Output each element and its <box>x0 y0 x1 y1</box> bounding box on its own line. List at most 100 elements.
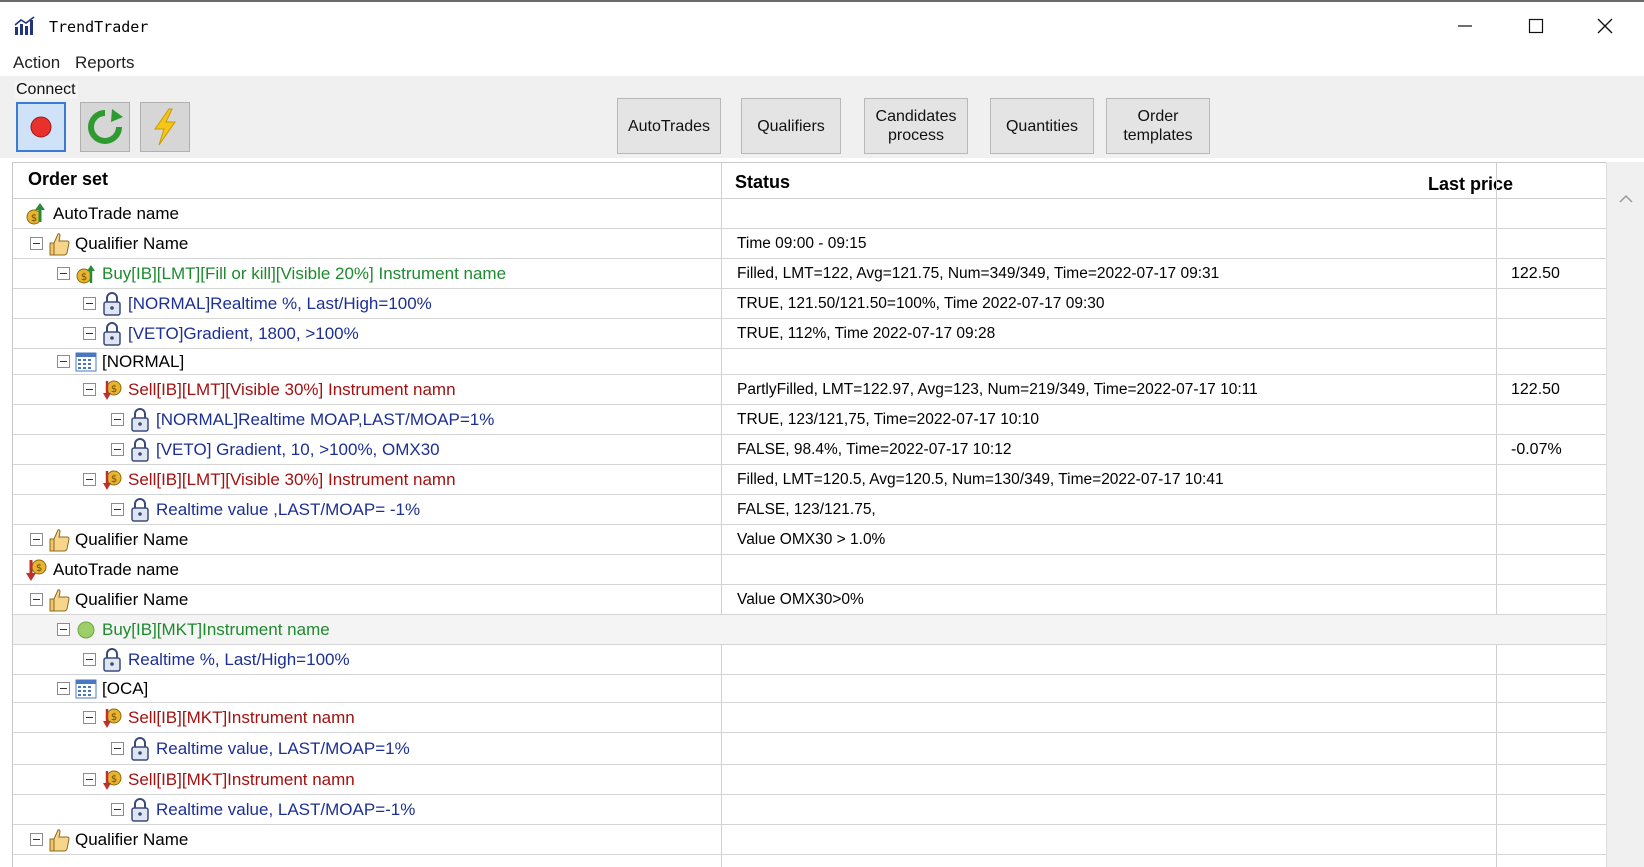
sell-order-icon: $ <box>100 767 124 793</box>
lightning-button[interactable] <box>140 102 190 152</box>
maximize-button[interactable] <box>1503 2 1569 50</box>
column-header-status[interactable]: Status <box>735 172 790 193</box>
status-cell: PartlyFilled, LMT=122.97, Avg=123, Num=2… <box>737 380 1258 398</box>
svg-text:$: $ <box>81 272 87 283</box>
table-row[interactable]: Qualifier Name Value OMX30 > 1.0% <box>13 525 1606 555</box>
collapse-toggle-icon[interactable] <box>30 833 43 846</box>
table-row[interactable]: [NORMAL]Realtime %, Last/High=100% TRUE, … <box>13 289 1606 319</box>
minimize-icon <box>1458 25 1472 27</box>
order-set-cell: $ AutoTrade name <box>13 555 721 584</box>
order-set-cell: Realtime value, LAST/MOAP=-1% <box>13 795 721 824</box>
collapse-toggle-icon[interactable] <box>57 267 70 280</box>
status-cell: TRUE, 121.50/121.50=100%, Time 2022-07-1… <box>737 294 1105 312</box>
calendar-grid-icon <box>74 676 98 702</box>
table-row[interactable]: [VETO] Gradient, 10, >100%, OMX30 FALSE, … <box>13 435 1606 465</box>
title-bar: TrendTrader <box>0 0 1644 48</box>
table-row[interactable]: $ AutoTrade name <box>13 555 1606 585</box>
collapse-toggle-icon[interactable] <box>111 503 124 516</box>
quantities-button[interactable]: Quantities <box>990 98 1094 154</box>
collapse-toggle-icon[interactable] <box>111 803 124 816</box>
table-row[interactable]: $ Buy[IB][LMT][Fill or kill][Visible 20%]… <box>13 259 1606 289</box>
collapse-toggle-icon[interactable] <box>111 742 124 755</box>
column-header-order-set[interactable]: Order set <box>28 169 108 190</box>
vertical-scrollbar[interactable] <box>1606 162 1644 867</box>
order-templates-button[interactable]: Order templates <box>1106 98 1210 154</box>
collapse-toggle-icon[interactable] <box>57 623 70 636</box>
collapse-toggle-icon[interactable] <box>83 653 96 666</box>
collapse-toggle-icon[interactable] <box>83 711 96 724</box>
table-row[interactable]: $ Sell[IB][LMT][Visible 30%] Instrument n… <box>13 465 1606 495</box>
qualifiers-button[interactable]: Qualifiers <box>741 98 841 154</box>
table-row[interactable]: $ Sell[IB][LMT][Visible 30%] Instrument n… <box>13 375 1606 405</box>
table-row[interactable]: Realtime value ,LAST/MOAP= -1% FALSE, 123… <box>13 495 1606 525</box>
close-icon <box>1597 18 1613 34</box>
row-label: [VETO]Gradient, 1800, >100% <box>128 323 359 343</box>
sell-order-icon: $ <box>100 467 124 493</box>
close-button[interactable] <box>1572 2 1638 50</box>
thumbs-up-icon <box>47 527 71 553</box>
connect-record-button[interactable] <box>16 102 66 152</box>
lock-icon <box>100 291 124 317</box>
table-row[interactable]: Realtime %, Last/High=100% <box>13 645 1606 675</box>
table-row[interactable]: [NORMAL]Realtime MOAP,LAST/MOAP=1% TRUE, … <box>13 405 1606 435</box>
order-set-cell: Realtime %, Last/High=100% <box>13 645 721 674</box>
table-row[interactable]: Qualifier Name Time 09:00 - 09:15 <box>13 229 1606 259</box>
table-row[interactable]: $ Sell[IB][MKT]Instrument namn <box>13 765 1606 795</box>
calendar-grid-icon <box>74 349 98 375</box>
table-row[interactable]: $ AutoTrade name <box>13 199 1606 229</box>
collapse-toggle-icon[interactable] <box>111 443 124 456</box>
collapse-toggle-icon[interactable] <box>57 355 70 368</box>
status-cell <box>737 703 1497 732</box>
collapse-toggle-icon[interactable] <box>83 473 96 486</box>
order-set-cell: [OCA] <box>13 675 721 702</box>
autotrades-button[interactable]: AutoTrades <box>617 98 721 154</box>
table-row[interactable]: Qualifier Name Value OMX30>0% <box>13 585 1606 615</box>
sell-order-icon: $ <box>100 377 124 403</box>
scroll-up-arrow-icon[interactable] <box>1619 194 1633 204</box>
collapse-toggle-icon[interactable] <box>83 297 96 310</box>
collapse-toggle-icon[interactable] <box>111 413 124 426</box>
last-price-cell: 122.50 <box>1511 264 1560 282</box>
last-price-cell <box>1511 645 1597 674</box>
lock-icon <box>128 497 152 523</box>
last-price-cell <box>1511 525 1597 554</box>
thumbs-up-icon <box>47 231 71 257</box>
column-header-last-price[interactable]: Last price <box>1428 174 1513 195</box>
table-row[interactable]: Buy[IB][MKT]Instrument name <box>13 615 1606 645</box>
candidates-process-button[interactable]: Candidates process <box>864 98 968 154</box>
row-label: AutoTrade name <box>53 559 179 579</box>
last-price-cell <box>1511 405 1597 434</box>
table-row[interactable]: [OCA] <box>13 675 1606 703</box>
collapse-toggle-icon[interactable] <box>83 773 96 786</box>
row-label: [OCA] <box>102 678 149 698</box>
table-row[interactable]: Realtime value, LAST/MOAP=-1% <box>13 795 1606 825</box>
collapse-toggle-icon[interactable] <box>57 682 70 695</box>
collapse-toggle-icon[interactable] <box>83 383 96 396</box>
table-row[interactable]: [NORMAL] <box>13 349 1606 375</box>
minimize-button[interactable] <box>1432 2 1498 50</box>
table-row[interactable]: [VETO]Gradient, 1800, >100% TRUE, 112%, T… <box>13 319 1606 349</box>
table-row[interactable]: Realtime value, LAST/MOAP=1% <box>13 733 1606 765</box>
status-cell <box>737 675 1497 702</box>
lock-icon <box>100 647 124 673</box>
collapse-toggle-icon[interactable] <box>30 593 43 606</box>
connect-label: Connect <box>14 81 78 99</box>
last-price-cell <box>1511 585 1597 614</box>
table-row[interactable]: Qualifier Name <box>13 825 1606 855</box>
row-label: Sell[IB][LMT][Visible 30%] Instrument na… <box>128 469 456 489</box>
status-cell: TRUE, 123/121,75, Time=2022-07-17 10:10 <box>737 410 1040 428</box>
menu-reports[interactable]: Reports <box>75 53 135 73</box>
refresh-button[interactable] <box>80 102 130 152</box>
last-price-cell <box>1511 825 1597 854</box>
row-label: [VETO] Gradient, 10, >100%, OMX30 <box>156 439 440 459</box>
last-price-cell <box>1511 465 1597 494</box>
row-label: Sell[IB][LMT][Visible 30%] Instrument na… <box>128 379 456 399</box>
collapse-toggle-icon[interactable] <box>83 327 96 340</box>
table-row[interactable]: $ Sell[IB][MKT]Instrument namn <box>13 703 1606 733</box>
menu-action[interactable]: Action <box>13 53 60 73</box>
collapse-toggle-icon[interactable] <box>30 237 43 250</box>
collapse-toggle-icon[interactable] <box>30 533 43 546</box>
maximize-icon <box>1528 18 1544 34</box>
svg-text:$: $ <box>111 774 117 785</box>
order-set-cell: $ Sell[IB][LMT][Visible 30%] Instrument n… <box>13 465 721 494</box>
